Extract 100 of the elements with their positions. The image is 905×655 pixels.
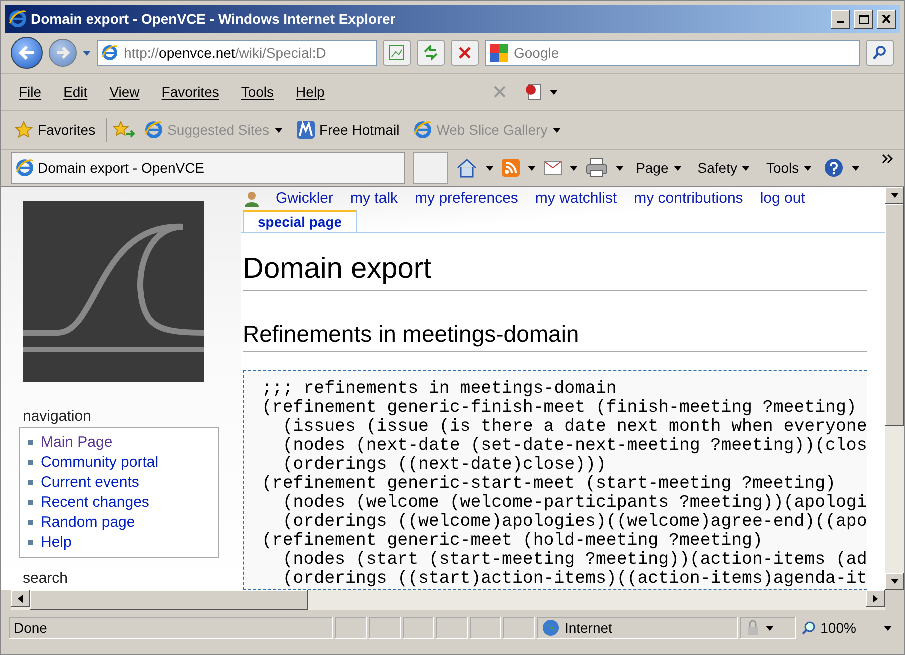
zoom-icon [802,621,816,635]
scroll-down-button[interactable] [885,573,904,590]
nav-link[interactable]: Recent changes [28,494,218,511]
user-link[interactable]: my talk [350,190,398,207]
printer-icon[interactable] [586,158,608,178]
code-line: (orderings ((next-date)close))) [282,456,608,475]
caret-icon[interactable] [570,166,578,170]
mail-icon[interactable] [544,161,562,175]
browser-logo-icon [16,159,34,177]
scroll-right-button[interactable] [866,590,885,607]
refresh-icon[interactable] [417,40,445,66]
scroll-thumb[interactable] [885,204,904,426]
nav-link[interactable]: Random page [28,514,218,531]
maximize-button[interactable] [854,10,873,28]
caret-icon[interactable] [550,90,558,94]
menu-item[interactable]: Help [288,84,333,100]
caret-icon[interactable] [486,166,494,170]
code-line: (refinement generic-meet (hold-meeting ?meeting) [262,532,764,551]
code-line: (nodes (next-date (set-date-next-meeting ?meeting))(clos [282,437,867,456]
caret-icon[interactable] [552,128,561,132]
forward-arrow-icon [56,47,70,59]
command-menu[interactable]: Page [632,160,686,176]
nav-link[interactable]: Current events [28,474,218,491]
search-placeholder: Google [514,45,560,61]
stop-icon[interactable] [451,40,479,66]
menu-item[interactable]: File [11,84,50,100]
caret-icon[interactable] [884,626,892,630]
zoom-control[interactable]: 100% [798,617,896,639]
user-link[interactable]: log out [760,190,806,207]
zone-indicator: Internet [536,617,738,639]
status-pane [368,617,401,639]
caret-icon[interactable] [674,166,682,170]
window-title: Domain export - OpenVCE - Windows Internet Explorer [31,11,397,27]
command-menu[interactable]: Safety [694,160,754,176]
search-provider-icon [490,44,508,62]
search-heading: search [23,570,70,587]
caret-icon[interactable] [274,128,283,132]
globe-icon [542,619,560,637]
nav-link[interactable]: Main Page [28,434,218,451]
scroll-left-button[interactable] [11,590,30,607]
home-icon[interactable] [456,158,478,178]
caret-icon[interactable] [528,166,536,170]
menu-item[interactable]: Edit [56,84,96,100]
menu-item[interactable]: View [102,84,148,100]
code-line: (orderings ((start)action-items)((action-items)agenda-it [282,570,867,589]
caret-icon[interactable] [852,166,860,170]
command-menu[interactable]: Tools [762,160,816,176]
compatibility-icon[interactable] [383,40,411,66]
nav-link[interactable]: Help [28,534,218,551]
address-field[interactable]: http://openvce.net/wiki/Special:D [97,40,377,66]
page-tab[interactable]: special page [243,210,358,232]
search-icon[interactable] [866,40,894,66]
menu-item[interactable]: Favorites [154,84,228,100]
browser-logo-icon [414,121,432,139]
status-text: Done [9,617,334,639]
scroll-up-button[interactable] [885,187,904,204]
search-field[interactable]: Google [485,40,860,66]
back-arrow-icon [19,46,35,60]
minimize-button[interactable] [831,10,850,28]
forward-button[interactable] [49,39,77,67]
browser-tab[interactable]: Domain export - OpenVCE [11,152,405,184]
user-link[interactable]: Gwickler [276,190,334,207]
user-link[interactable]: my watchlist [535,190,618,207]
caret-icon[interactable] [890,579,898,584]
status-pane [335,617,367,639]
caret-icon[interactable] [804,166,812,170]
close-button[interactable] [877,10,896,28]
user-link[interactable]: my contributions [634,190,744,207]
code-line: ;;; refinements in meetings-domain [262,380,618,399]
code-line: (refinement generic-start-meet (start-meeting ?meeting) [262,475,837,494]
favorites-link[interactable]: Free Hotmail [292,121,404,139]
chevron-icon[interactable] [882,154,894,164]
code-line: (nodes (start (start-meeting ?meeting))(action-items (ad [282,551,867,570]
right-arrow-icon [873,594,878,602]
user-icon [245,190,259,206]
help-icon[interactable] [824,158,844,178]
caret-icon[interactable] [616,166,624,170]
status-pane [503,617,535,639]
horizontal-scroll-thumb[interactable] [30,590,308,610]
feed-icon[interactable] [502,159,520,177]
maximize-icon [858,14,868,24]
caret-icon[interactable] [890,193,898,198]
mail-logo-icon [296,121,315,139]
user-link[interactable]: my preferences [415,190,518,207]
menu-item[interactable]: Tools [233,84,282,100]
nav-link[interactable]: Community portal [28,454,218,471]
close-icon [882,15,891,23]
document-icon[interactable] [524,82,544,102]
url-text: http://openvce.net/wiki/Special:D [124,45,326,61]
navigation-heading: navigation [23,408,92,425]
favorites-button[interactable]: Favorites [11,121,100,139]
status-pane [402,617,434,639]
left-arrow-icon [18,594,23,602]
code-line: (refinement generic-finish-meet (finish-meeting ?meeting) [262,399,858,418]
section-heading: Refinements in meetings-domain [243,321,867,352]
caret-icon[interactable] [742,166,750,170]
back-button[interactable] [11,37,43,69]
browser-logo-icon [9,10,27,28]
caret-icon[interactable] [766,626,774,630]
browser-logo-icon [144,121,163,139]
